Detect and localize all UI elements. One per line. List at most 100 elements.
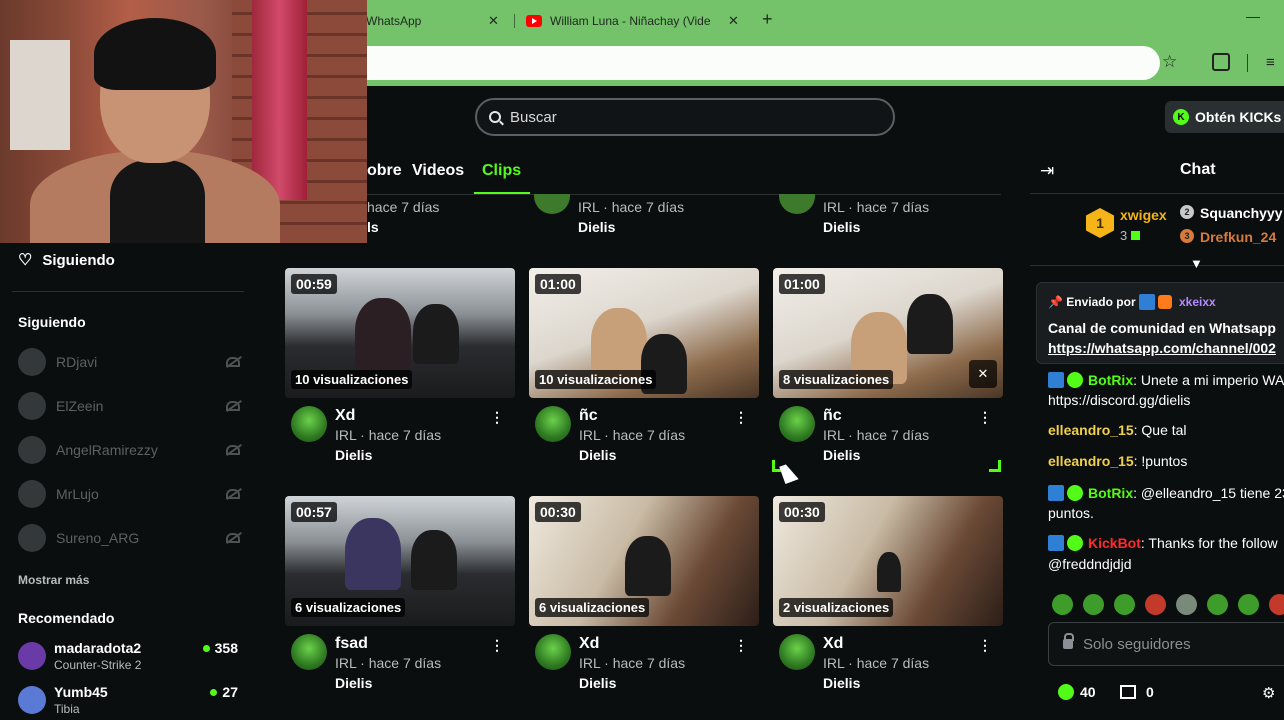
clip-duration: 01:00 [779,274,825,294]
clip-card[interactable]: 00:30 6 visualizaciones Xd IRL · hace 7 … [529,496,759,696]
clip-thumbnail[interactable]: 01:00 8 visualizaciones ✕ [773,268,1003,398]
collapse-leaderboard-icon[interactable]: ▼ [1190,256,1203,271]
clip-title[interactable]: Xd [335,407,355,425]
leaderboard-user[interactable]: Drefkun_24 [1200,229,1276,245]
clip-author[interactable]: Dielis [823,447,860,463]
clip-title[interactable]: fsad [335,635,368,653]
sidebar-channel[interactable]: Sureno_ARG [18,524,244,552]
chat-username[interactable]: elleandro_15 [1048,422,1134,438]
emote-icon[interactable] [1207,594,1228,615]
close-tab-icon[interactable]: ✕ [728,13,739,29]
clip-thumbnail[interactable]: 00:30 6 visualizaciones [529,496,759,626]
clip-author[interactable]: Dielis [335,675,372,691]
store-icon [1120,685,1136,699]
clip-thumbnail[interactable]: 00:57 6 visualizaciones [285,496,515,626]
sidebar-channel[interactable]: AngelRamirezzy [18,436,244,464]
extensions-icon[interactable] [1212,53,1230,71]
sidebar-channel[interactable]: RDjavi [18,348,244,376]
moderator-badge-icon [1138,294,1155,310]
tab-videos[interactable]: Videos [412,162,464,180]
author-avatar[interactable] [291,634,327,670]
tab-about[interactable]: obre [367,162,402,180]
author-avatar[interactable] [535,634,571,670]
more-options-icon[interactable]: ⋮ [978,409,992,426]
show-more-link[interactable]: Mostrar más [18,573,89,587]
author-avatar[interactable] [535,406,571,442]
author-avatar[interactable] [291,406,327,442]
clip-title[interactable]: Xd [823,635,843,653]
sidebar-channel[interactable]: MrLujo [18,480,244,508]
leaderboard-user[interactable]: xwigex [1120,207,1167,223]
clip-author[interactable]: Dielis [579,447,616,463]
chat-text: : !puntos [1133,453,1188,469]
more-options-icon[interactable]: ⋮ [734,637,748,654]
chat-username[interactable]: KickBot [1088,535,1141,551]
browser-tab-youtube[interactable]: William Luna - Niñachay (Vide ✕ [526,8,756,34]
author-avatar[interactable] [779,634,815,670]
channel-points[interactable]: 40 [1058,684,1096,700]
media-controls-icon[interactable]: ≡ [1266,54,1275,71]
chat-username[interactable]: elleandro_15 [1048,453,1134,469]
more-options-icon[interactable]: ⋮ [734,409,748,426]
emote-icon[interactable] [1269,594,1284,615]
browser-tab-whatsapp[interactable]: WhatsApp ✕ [366,8,506,34]
clip-thumbnail[interactable]: 00:59 10 visualizaciones [285,268,515,398]
clip-author[interactable]: Dielis [579,675,616,691]
chat-input[interactable] [1083,635,1283,653]
store-button[interactable]: 0 [1120,684,1154,700]
author-avatar[interactable] [779,406,815,442]
points-icon [1058,684,1074,700]
clip-thumbnail[interactable]: 01:00 10 visualizaciones [529,268,759,398]
emote-icon[interactable] [1145,594,1166,615]
address-bar[interactable] [340,46,1160,80]
emote-icon[interactable] [1052,594,1073,615]
following-button[interactable]: ♡ Siguiendo [18,250,115,270]
emote-icon[interactable] [1114,594,1135,615]
clip-card[interactable]: 00:57 6 visualizaciones fsad IRL · hace … [285,496,515,696]
chat-link[interactable]: https://discord.gg/dielis [1048,390,1284,410]
recommended-channel[interactable]: Yumb45 Tibia 27 [18,684,244,718]
clip-card[interactable]: 01:00 10 visualizaciones ñc IRL · hace 7… [529,268,759,468]
more-options-icon[interactable]: ⋮ [490,409,504,426]
search-bar[interactable] [475,98,895,136]
pinned-link[interactable]: https://whatsapp.com/channel/002 [1048,340,1276,356]
clip-title[interactable]: ñc [823,407,842,425]
clip-author[interactable]: Dielis [823,675,860,691]
emote-icon[interactable] [1238,594,1259,615]
chat-text: : Que tal [1133,422,1187,438]
mute-icon[interactable]: ✕ [969,360,997,388]
recommended-channel[interactable]: madaradota2 Counter-Strike 2 358 [18,640,244,674]
more-options-icon[interactable]: ⋮ [490,637,504,654]
pinned-user[interactable]: xkeixx [1179,295,1216,309]
emote-icon[interactable] [1176,594,1197,615]
emote-icon[interactable] [1083,594,1104,615]
chat-username[interactable]: BotRix [1088,485,1133,501]
close-tab-icon[interactable]: ✕ [488,13,499,29]
clip-author[interactable]: Dielis [578,219,615,235]
offline-icon [226,533,240,543]
clip-author[interactable]: ls [367,219,379,235]
chat-input-box[interactable] [1048,622,1284,666]
clip-author[interactable]: Dielis [823,219,860,235]
minimize-window-button[interactable]: — [1246,8,1260,24]
new-tab-button[interactable]: + [762,9,773,30]
channel-category: Counter-Strike 2 [54,658,142,672]
clip-card[interactable]: 01:00 8 visualizaciones ✕ ñc IRL · hace … [773,268,1003,468]
search-input[interactable] [510,108,850,126]
more-options-icon[interactable]: ⋮ [978,637,992,654]
tab-clips[interactable]: Clips [482,162,521,180]
chat-username[interactable]: BotRix [1088,372,1133,388]
channel-name: madaradota2 [54,640,142,656]
clip-card[interactable]: 00:30 2 visualizaciones Xd IRL · hace 7 … [773,496,1003,696]
bookmark-star-icon[interactable]: ☆ [1162,52,1177,72]
clip-title[interactable]: Xd [579,635,599,653]
sidebar-channel[interactable]: ElZeein [18,392,244,420]
collapse-chat-icon[interactable]: ⇥ [1040,161,1054,181]
get-kicks-button[interactable]: K Obtén KICKs [1165,101,1284,133]
clip-title[interactable]: ñc [579,407,598,425]
clip-thumbnail[interactable]: 00:30 2 visualizaciones [773,496,1003,626]
gear-icon[interactable]: ⚙ [1262,684,1275,702]
clip-card[interactable]: 00:59 10 visualizaciones Xd IRL · hace 7… [285,268,515,468]
clip-author[interactable]: Dielis [335,447,372,463]
leaderboard-user[interactable]: Squanchyyy [1200,205,1282,221]
